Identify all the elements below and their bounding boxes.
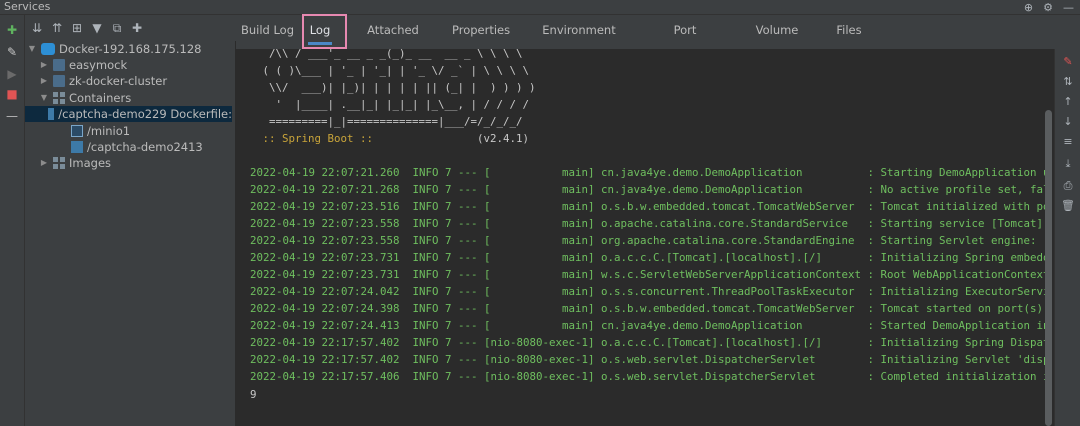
tab-attached-console[interactable]: Attached Console [348, 15, 438, 67]
stop-icon[interactable]: ■ [5, 87, 19, 101]
tree-node-label: Docker-192.168.175.128 [59, 42, 202, 56]
tree-node-label: /minio1 [87, 124, 131, 138]
window-title: Services [4, 0, 51, 13]
run-icon[interactable]: ▶ [5, 67, 19, 81]
tab-build-log[interactable]: Build Log [240, 15, 295, 48]
tree-toolbar: ⇊ ⇈ ⊞ ▼ ⧉ ✚ [25, 15, 239, 41]
tree-node-captcha-demo2413[interactable]: /captcha-demo2413 [71, 139, 203, 155]
log-line: 2022-04-19 22:07:23.558 INFO 7 --- [ mai… [250, 234, 1050, 247]
tab-port-bindings[interactable]: Port Bindings [650, 15, 720, 67]
gear-icon[interactable]: ⚙ [1043, 1, 1053, 14]
banner-line: =========|_|==============|___/=/_/_/_/ [256, 115, 523, 128]
compose-icon [53, 59, 65, 71]
tree-node-minio1[interactable]: /minio1 [71, 123, 130, 139]
container-icon [71, 141, 83, 153]
banner-line: \\/ ___)| |_)| | | | | || (_| | ) ) ) ) [256, 81, 536, 94]
tree-node-easymock[interactable]: ▶ easymock [39, 57, 127, 73]
tab-files[interactable]: Files [834, 15, 864, 48]
edit-icon[interactable]: ✎ [5, 45, 19, 59]
console-scrollbar[interactable] [1045, 110, 1052, 426]
add-icon[interactable]: ✚ [5, 23, 19, 37]
log-line: 2022-04-19 22:07:23.731 INFO 7 --- [ mai… [250, 251, 1050, 264]
chevron-right-icon[interactable]: ▶ [39, 155, 49, 171]
services-tree: ▼ Docker-192.168.175.128 ▶ easymock ▶ zk… [25, 41, 236, 426]
title-bar: Services ⊕ ⚙ — [0, 0, 1080, 15]
tab-environment-variables[interactable]: Environment Variables [522, 15, 636, 67]
tab-volume-bindings[interactable]: Volume Bindings [734, 15, 820, 67]
tree-node-label: easymock [69, 58, 128, 72]
sort-icon[interactable]: ⇅ [1061, 75, 1075, 89]
collapse-all-icon[interactable]: ⇈ [49, 20, 65, 36]
chevron-down-icon[interactable]: ▼ [39, 90, 49, 106]
up-icon[interactable]: ↑ [1061, 95, 1075, 109]
tree-node-label: Containers [69, 91, 132, 105]
tree-node-captcha-demo229[interactable]: /captcha-demo229 Dockerfile: [25, 106, 232, 122]
log-line: 2022-04-19 22:07:24.413 INFO 7 --- [ mai… [250, 319, 1050, 332]
log-line: 2022-04-19 22:17:57.402 INFO 7 --- [nio-… [250, 336, 1050, 349]
detail-tabs: Build Log Log Attached Console Propertie… [236, 15, 1080, 67]
banner-line: /\\ / ___'_ __ _ _(_)_ __ __ _ \ \ \ \ [256, 49, 523, 60]
banner-line: ( ( )\___ | '_ | '_| | '_ \/ _` | \ \ \ … [256, 64, 530, 77]
log-line: 2022-04-19 22:07:23.558 INFO 7 --- [ mai… [250, 217, 1044, 230]
chevron-right-icon[interactable]: ▶ [39, 73, 49, 89]
tree-node-images[interactable]: ▶ Images [39, 155, 111, 171]
chevron-down-icon[interactable]: ▼ [27, 41, 37, 57]
container-icon [48, 108, 55, 120]
expand-all-icon[interactable]: ⇊ [29, 20, 45, 36]
right-toolbar: ✎ ⇅ ↑ ↓ ≡ ⤓ ⎙ 🗑 [1054, 49, 1080, 426]
tree-node-label: Images [69, 156, 112, 170]
collapse-icon[interactable]: — [5, 109, 19, 123]
new-tab-icon[interactable]: ⧉ [109, 20, 125, 36]
down-icon[interactable]: ↓ [1061, 115, 1075, 129]
tree-node-containers[interactable]: ▼ Containers [39, 90, 131, 106]
spring-boot-label: :: Spring Boot :: [256, 132, 374, 145]
wrap-icon[interactable]: ≡ [1061, 135, 1075, 149]
scroll-end-icon[interactable]: ⤓ [1061, 157, 1075, 171]
containers-icon [53, 92, 65, 104]
log-line: 2022-04-19 22:17:57.406 INFO 7 --- [nio-… [250, 370, 1050, 383]
log-line: 2022-04-19 22:07:21.260 INFO 7 --- [ mai… [250, 166, 1050, 179]
tree-node-label: zk-docker-cluster [69, 74, 168, 88]
clear-icon[interactable]: ✎ [1061, 55, 1075, 69]
group-icon[interactable]: ⊞ [69, 20, 85, 36]
log-console[interactable]: /\\ / ___'_ __ _ _(_)_ __ __ _ \ \ \ \ (… [236, 49, 1054, 426]
log-line: 2022-04-19 22:07:24.042 INFO 7 --- [ mai… [250, 285, 1050, 298]
tree-node-label: /captcha-demo2413 [87, 140, 203, 154]
compose-icon [53, 75, 65, 87]
left-toolbar: ✚ ✎ ▶ ■ — [0, 15, 25, 426]
banner-line: ' |____| .__|_| |_|_| |_\__, | / / / / [256, 98, 530, 111]
filter-icon[interactable]: ▼ [89, 20, 105, 36]
tab-properties[interactable]: Properties [452, 15, 510, 48]
highlight-box [302, 14, 347, 49]
spring-boot-line: :: Spring Boot :: (v2.4.1) [256, 130, 530, 147]
container-stopped-icon [71, 125, 83, 137]
chevron-right-icon[interactable]: ▶ [39, 57, 49, 73]
log-line: 2022-04-19 22:07:23.516 INFO 7 --- [ mai… [250, 200, 1050, 213]
docker-icon [41, 43, 55, 55]
tree-node-label: /captcha-demo229 Dockerfile: [58, 107, 232, 121]
spring-boot-version: (v2.4.1) [477, 132, 530, 145]
log-line: 2022-04-19 22:17:57.402 INFO 7 --- [nio-… [250, 353, 1050, 366]
images-icon [53, 157, 65, 169]
log-line: 2022-04-19 22:07:23.731 INFO 7 --- [ mai… [250, 268, 1050, 281]
log-line: 2022-04-19 22:07:24.398 INFO 7 --- [ mai… [250, 302, 1050, 315]
delete-icon[interactable]: 🗑 [1061, 199, 1075, 213]
crosshair-icon[interactable]: ⊕ [1024, 1, 1033, 14]
title-actions: ⊕ ⚙ — [1024, 0, 1074, 14]
add-service-icon[interactable]: ✚ [129, 20, 145, 36]
print-icon[interactable]: ⎙ [1061, 179, 1075, 193]
tree-node-docker[interactable]: ▼ Docker-192.168.175.128 [27, 41, 202, 57]
console-tail: 9 [250, 388, 257, 401]
minimize-icon[interactable]: — [1063, 1, 1074, 14]
log-line: 2022-04-19 22:07:21.268 INFO 7 --- [ mai… [250, 183, 1050, 196]
tree-node-zk-docker-cluster[interactable]: ▶ zk-docker-cluster [39, 73, 167, 89]
